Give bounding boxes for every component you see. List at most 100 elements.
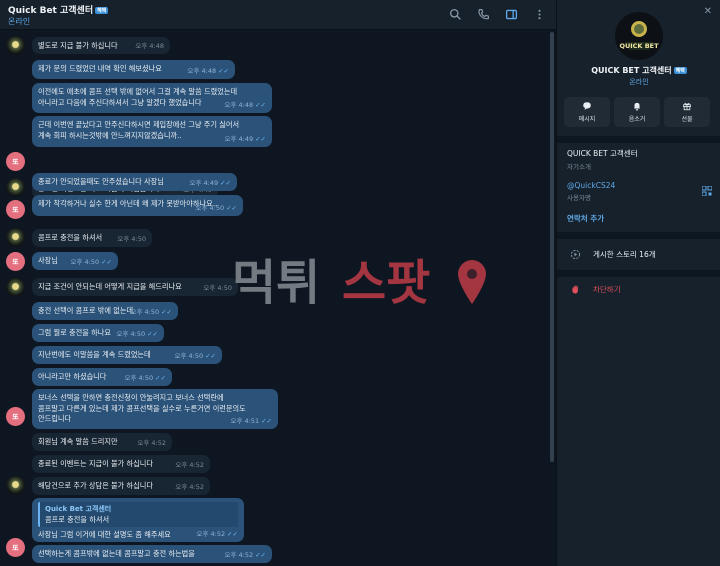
message-time: 오후 4:50 ✓✓ [116, 329, 158, 338]
message-outgoing[interactable]: 보너스 선택을 안하면 충전신청이 안눌려지고 보너스 선택란에 콤프말고 다른… [32, 389, 278, 429]
read-check-icon: ✓✓ [255, 100, 266, 109]
section-divider [557, 232, 720, 239]
message-time: 오후 4:52 ✓✓ [196, 529, 238, 538]
profile-panel: ✕ QUICK BET QUICK BET 고객센터 혜택 온라인 메시지 음소거 [556, 0, 720, 566]
search-icon[interactable] [448, 7, 462, 21]
hand-stop-icon [571, 284, 578, 294]
message-time: 오후 4:52 [175, 460, 204, 469]
avatar[interactable] [6, 36, 25, 55]
read-check-icon: ✓✓ [255, 134, 266, 143]
message-time: 오후 4:50 ✓✓ [130, 307, 172, 316]
telegram-window: Quick Bet 고객센터 혜택 온라인 별도로 지급 불가 하십니다 오후 4:… [0, 0, 720, 566]
section-divider [557, 136, 720, 143]
phone-icon[interactable] [476, 7, 490, 21]
read-check-icon: ✓✓ [226, 203, 237, 212]
read-check-icon: ✓✓ [261, 416, 272, 425]
message-outgoing[interactable]: 제가 문의 드렸었던 내역 확인 해보셨나요 오후 4:48 ✓✓ [32, 60, 235, 79]
message-time: 오후 4:50 [203, 283, 232, 292]
message-button-label: 메시지 [578, 116, 596, 123]
message-time: 오후 4:49 ✓✓ [189, 178, 231, 187]
more-vertical-icon[interactable] [532, 7, 546, 21]
read-check-icon: ✓✓ [101, 257, 112, 266]
message-time: 오후 4:49 ✓✓ [224, 134, 266, 143]
message-icon [583, 102, 591, 110]
message-incoming[interactable]: 해당건으로 추가 상담은 불가 하십니다 오후 4:52 [32, 477, 210, 495]
gift-button[interactable]: 선물 [664, 97, 710, 127]
message-time: 오후 4:48 ✓✓ [224, 100, 266, 109]
username-link[interactable]: @QuickCS24 [567, 181, 717, 190]
close-icon[interactable]: ✕ [704, 6, 712, 17]
message-time: 오후 4:52 [175, 482, 204, 491]
read-check-icon: ✓✓ [161, 307, 172, 316]
stories-icon [570, 249, 580, 259]
avatar[interactable] [6, 228, 25, 247]
read-check-icon: ✓✓ [155, 373, 166, 382]
avatar[interactable]: 또 [6, 152, 25, 171]
message-outgoing[interactable]: 이전에도 애초에 콤프 선택 밖에 없어서 그걸 계속 말씀 드렸었는데 아니라… [32, 83, 272, 113]
block-label: 차단하기 [593, 284, 621, 294]
reply-text: 콤프로 충전을 하셔서 [45, 514, 110, 524]
add-contact-button[interactable]: 연락처 추가 [567, 213, 604, 224]
mute-button[interactable]: 음소거 [614, 97, 660, 127]
bio-text: QUICK BET 고객센터 [567, 149, 638, 158]
username-row[interactable]: @QuickCS24 사용자명 [567, 181, 717, 202]
gift-button-label: 선물 [681, 116, 693, 123]
logo-text: QUICK BET [619, 42, 659, 50]
avatar[interactable] [6, 178, 25, 197]
message-list[interactable]: 별도로 지급 불가 하십니다 오후 4:48 제가 문의 드렸었던 내역 확인 해… [0, 30, 548, 566]
read-check-icon: ✓✓ [218, 66, 229, 75]
message-incoming[interactable]: 지급 조건이 안되는데 어떻게 지급을 해드리나요 오후 4:50 [32, 278, 238, 296]
bio-label: 자기소개 [567, 163, 591, 171]
scroll-thumb[interactable] [550, 32, 554, 462]
message-outgoing[interactable]: 근데 이번엔 끝났다고 안주신다하시면 제입장에선 그냥 주기 싫어서 계속 회… [32, 116, 272, 147]
profile-status: 온라인 [629, 78, 649, 86]
gift-icon [683, 102, 691, 111]
reply-quote[interactable]: Quick Bet 고객센터 콤프로 충전을 하셔서 [38, 502, 238, 527]
read-check-icon: ✓✓ [205, 351, 216, 360]
message-outgoing[interactable]: 제가 착각하거나 실수 한게 아닌데 왜 제가 못받아야하나요.. 오후 4:50… [32, 195, 243, 216]
chat-title[interactable]: Quick Bet 고객센터 혜택 [8, 3, 109, 16]
avatar[interactable]: 또 [6, 200, 25, 219]
message-outgoing[interactable]: 충전 선택이 콤프로 밖에 없는데 오후 4:50 ✓✓ [32, 302, 178, 320]
message-outgoing[interactable]: Quick Bet 고객센터 콤프로 충전을 하셔서 사장님 그럼 이거에 대한… [32, 498, 244, 542]
username-label: 사용자명 [567, 194, 591, 202]
message-time: 오후 4:50 ✓✓ [174, 351, 216, 360]
sidebar-toggle-icon[interactable] [504, 7, 518, 21]
message-outgoing[interactable]: 선택하는게 콤프밖에 없는데 콤프말고 충전 하는법을 오후 4:52 ✓✓ [32, 545, 272, 563]
message-time: 오후 4:50 ✓✓ [195, 203, 237, 212]
profile-name: QUICK BET 고객센터 혜택 [591, 66, 687, 75]
message-outgoing[interactable]: 아니라고만 하셨습니다 오후 4:50 ✓✓ [32, 368, 172, 386]
mute-button-label: 음소거 [628, 116, 646, 123]
stories-item[interactable]: 게시한 스토리 16개 [557, 243, 720, 265]
message-incoming[interactable]: 종료된 이벤트는 지급이 불가 하십니다 오후 4:52 [32, 455, 210, 473]
message-outgoing[interactable]: 사장님 오후 4:50 ✓✓ [32, 252, 118, 270]
stories-label: 게시한 스토리 16개 [593, 249, 656, 259]
scrollbar[interactable] [548, 30, 556, 566]
read-check-icon: ✓✓ [255, 550, 266, 559]
chat-title-text: Quick Bet 고객센터 [8, 6, 94, 16]
avatar[interactable]: 또 [6, 252, 25, 271]
message-time: 오후 4:52 ✓✓ [224, 550, 266, 559]
bell-icon [633, 102, 641, 111]
avatar[interactable] [6, 278, 25, 297]
block-item[interactable]: 차단하기 [557, 278, 720, 300]
message-incoming[interactable]: 콤프로 충전을 하셔서 오후 4:50 [32, 229, 152, 247]
message-incoming[interactable]: 회원님 계속 말씀 드리지만 오후 4:52 [32, 433, 172, 451]
message-incoming[interactable]: 별도로 지급 불가 하십니다 오후 4:48 [32, 37, 170, 54]
avatar[interactable]: 또 [6, 407, 25, 426]
message-button[interactable]: 메시지 [564, 97, 610, 127]
qr-code-icon[interactable] [702, 186, 712, 196]
read-check-icon: ✓✓ [147, 329, 158, 338]
bio-row[interactable]: QUICK BET 고객센터 자기소개 [567, 148, 717, 171]
message-outgoing[interactable]: 종료가 안되었을때도 안주셨습니다 사장님 오후 4:49 ✓✓ [32, 173, 237, 191]
avatar[interactable] [6, 476, 25, 495]
chat-status: 온라인 [8, 17, 31, 26]
message-time: 오후 4:51 ✓✓ [230, 416, 272, 425]
read-check-icon: ✓✓ [227, 529, 238, 538]
message-outgoing[interactable]: 지난번에도 이말씀을 계속 드렸었는데 오후 4:50 ✓✓ [32, 346, 222, 364]
message-outgoing[interactable]: 그럼 뭘로 충전을 하나요 오후 4:50 ✓✓ [32, 324, 164, 342]
message-time: 오후 4:50 ✓✓ [70, 257, 112, 266]
chat-header[interactable]: Quick Bet 고객센터 혜택 온라인 [0, 0, 556, 30]
profile-avatar[interactable]: QUICK BET [615, 12, 663, 60]
avatar[interactable]: 또 [6, 538, 25, 557]
